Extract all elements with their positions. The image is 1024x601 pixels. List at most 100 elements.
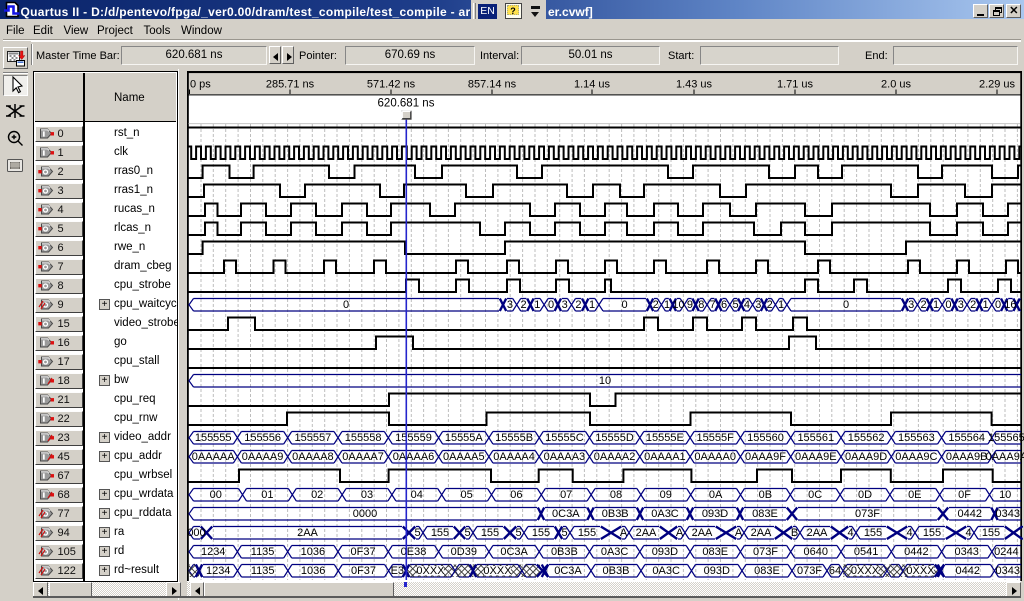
svg-text:0B3B: 0B3B bbox=[602, 508, 629, 520]
svg-text:0AAAA7: 0AAAA7 bbox=[342, 451, 384, 463]
svg-text:0A3C: 0A3C bbox=[651, 508, 679, 520]
svg-text:0F37: 0F37 bbox=[351, 546, 376, 558]
svg-text:8: 8 bbox=[698, 299, 704, 311]
svg-text:0AAA9D: 0AAA9D bbox=[845, 451, 887, 463]
svg-text:0442: 0442 bbox=[904, 546, 928, 558]
svg-text:06: 06 bbox=[510, 489, 522, 501]
svg-text:1135: 1135 bbox=[251, 546, 275, 558]
svg-text:0B3B: 0B3B bbox=[551, 546, 578, 558]
svg-text:2: 2 bbox=[767, 299, 773, 311]
svg-text:2AA: 2AA bbox=[297, 527, 318, 539]
svg-text:0AAA9E: 0AAA9E bbox=[795, 451, 837, 463]
svg-text:15555F: 15555F bbox=[697, 432, 735, 444]
svg-text:083E: 083E bbox=[754, 565, 780, 577]
svg-text:03: 03 bbox=[361, 489, 373, 501]
svg-text:2: 2 bbox=[521, 299, 527, 311]
svg-text:4: 4 bbox=[906, 527, 912, 539]
svg-text:0AAA9B: 0AAA9B bbox=[946, 451, 988, 463]
svg-text:4: 4 bbox=[965, 527, 971, 539]
svg-text:1036: 1036 bbox=[301, 565, 325, 577]
svg-text:155: 155 bbox=[431, 527, 449, 539]
svg-text:155555: 155555 bbox=[195, 432, 232, 444]
svg-text:07: 07 bbox=[560, 489, 572, 501]
svg-text:155: 155 bbox=[982, 527, 1000, 539]
svg-text:0C3A: 0C3A bbox=[554, 565, 582, 577]
svg-text:5: 5 bbox=[464, 527, 470, 539]
svg-text:1: 1 bbox=[589, 299, 595, 311]
svg-text:0244: 0244 bbox=[994, 546, 1018, 558]
svg-text:0AAAAA: 0AAAAA bbox=[192, 451, 235, 463]
svg-text:073F: 073F bbox=[797, 565, 822, 577]
svg-text:2AA: 2AA bbox=[751, 527, 772, 539]
svg-text:0AAA9C: 0AAA9C bbox=[895, 451, 937, 463]
svg-text:3: 3 bbox=[755, 299, 761, 311]
svg-text:0A3C: 0A3C bbox=[601, 546, 629, 558]
svg-text:15555D: 15555D bbox=[595, 432, 634, 444]
svg-text:2AA: 2AA bbox=[692, 527, 713, 539]
svg-text:093D: 093D bbox=[702, 508, 728, 520]
svg-text:0XXX: 0XXX bbox=[851, 565, 880, 577]
svg-text:0F37: 0F37 bbox=[351, 565, 376, 577]
svg-text:083E: 083E bbox=[752, 508, 778, 520]
svg-text:3: 3 bbox=[562, 299, 568, 311]
svg-text:2AA: 2AA bbox=[807, 527, 828, 539]
svg-text:0343: 0343 bbox=[996, 565, 1020, 577]
svg-text:08: 08 bbox=[610, 489, 622, 501]
svg-text:1234: 1234 bbox=[201, 546, 225, 558]
svg-text:0: 0 bbox=[995, 299, 1001, 311]
svg-text:0AAAA9: 0AAAA9 bbox=[242, 451, 284, 463]
svg-text:2.0 us: 2.0 us bbox=[881, 79, 911, 91]
svg-text:2: 2 bbox=[970, 299, 976, 311]
svg-text:0AAAA8: 0AAAA8 bbox=[292, 451, 334, 463]
svg-text:000: 000 bbox=[187, 527, 205, 539]
svg-text:1: 1 bbox=[534, 299, 540, 311]
svg-text:0F: 0F bbox=[958, 489, 971, 501]
svg-text:A: A bbox=[735, 527, 743, 539]
svg-text:1: 1 bbox=[664, 299, 670, 311]
svg-text:0: 0 bbox=[548, 299, 554, 311]
svg-text:0XXX: 0XXX bbox=[906, 565, 935, 577]
svg-text:09: 09 bbox=[660, 489, 672, 501]
svg-text:083E: 083E bbox=[702, 546, 728, 558]
svg-text:0343: 0343 bbox=[996, 508, 1020, 520]
svg-text:0AAAA3: 0AAAA3 bbox=[544, 451, 586, 463]
svg-text:0: 0 bbox=[343, 299, 349, 311]
svg-text:10: 10 bbox=[672, 299, 684, 311]
svg-text:0: 0 bbox=[621, 299, 627, 311]
svg-text:0E: 0E bbox=[908, 489, 921, 501]
svg-text:0XXX: 0XXX bbox=[483, 565, 512, 577]
svg-text:15555A: 15555A bbox=[445, 432, 484, 444]
svg-text:155: 155 bbox=[578, 527, 596, 539]
svg-text:0E38: 0E38 bbox=[401, 546, 427, 558]
svg-text:6: 6 bbox=[721, 299, 727, 311]
svg-text:2: 2 bbox=[653, 299, 659, 311]
svg-text:155: 155 bbox=[864, 527, 882, 539]
svg-text:0C3A: 0C3A bbox=[552, 508, 580, 520]
svg-text:0A3C: 0A3C bbox=[652, 565, 680, 577]
svg-text:00: 00 bbox=[210, 489, 222, 501]
svg-text:1: 1 bbox=[778, 299, 784, 311]
svg-text:5: 5 bbox=[732, 299, 738, 311]
svg-text:155563: 155563 bbox=[898, 432, 935, 444]
svg-text:155: 155 bbox=[481, 527, 499, 539]
svg-text:E3: E3 bbox=[391, 565, 404, 577]
svg-text:093D: 093D bbox=[652, 546, 678, 558]
svg-text:0AAA9A: 0AAA9A bbox=[986, 451, 1024, 463]
svg-text:64: 64 bbox=[829, 565, 841, 577]
svg-text:0AAAA0: 0AAAA0 bbox=[694, 451, 736, 463]
svg-text:0AAA9F: 0AAA9F bbox=[745, 451, 786, 463]
svg-text:4: 4 bbox=[847, 527, 853, 539]
svg-text:A: A bbox=[676, 527, 684, 539]
svg-text:0C: 0C bbox=[808, 489, 822, 501]
svg-text:0000: 0000 bbox=[353, 508, 377, 520]
svg-text:073F: 073F bbox=[855, 508, 880, 520]
svg-text:0: 0 bbox=[843, 299, 849, 311]
svg-text:10: 10 bbox=[599, 375, 611, 387]
svg-text:02: 02 bbox=[311, 489, 323, 501]
svg-text:0C3A: 0C3A bbox=[500, 546, 528, 558]
svg-text:571.42 ns: 571.42 ns bbox=[367, 79, 416, 91]
svg-text:857.14 ns: 857.14 ns bbox=[468, 79, 517, 91]
svg-text:0640: 0640 bbox=[804, 546, 828, 558]
svg-text:0343: 0343 bbox=[954, 546, 978, 558]
svg-text:4: 4 bbox=[744, 299, 750, 311]
